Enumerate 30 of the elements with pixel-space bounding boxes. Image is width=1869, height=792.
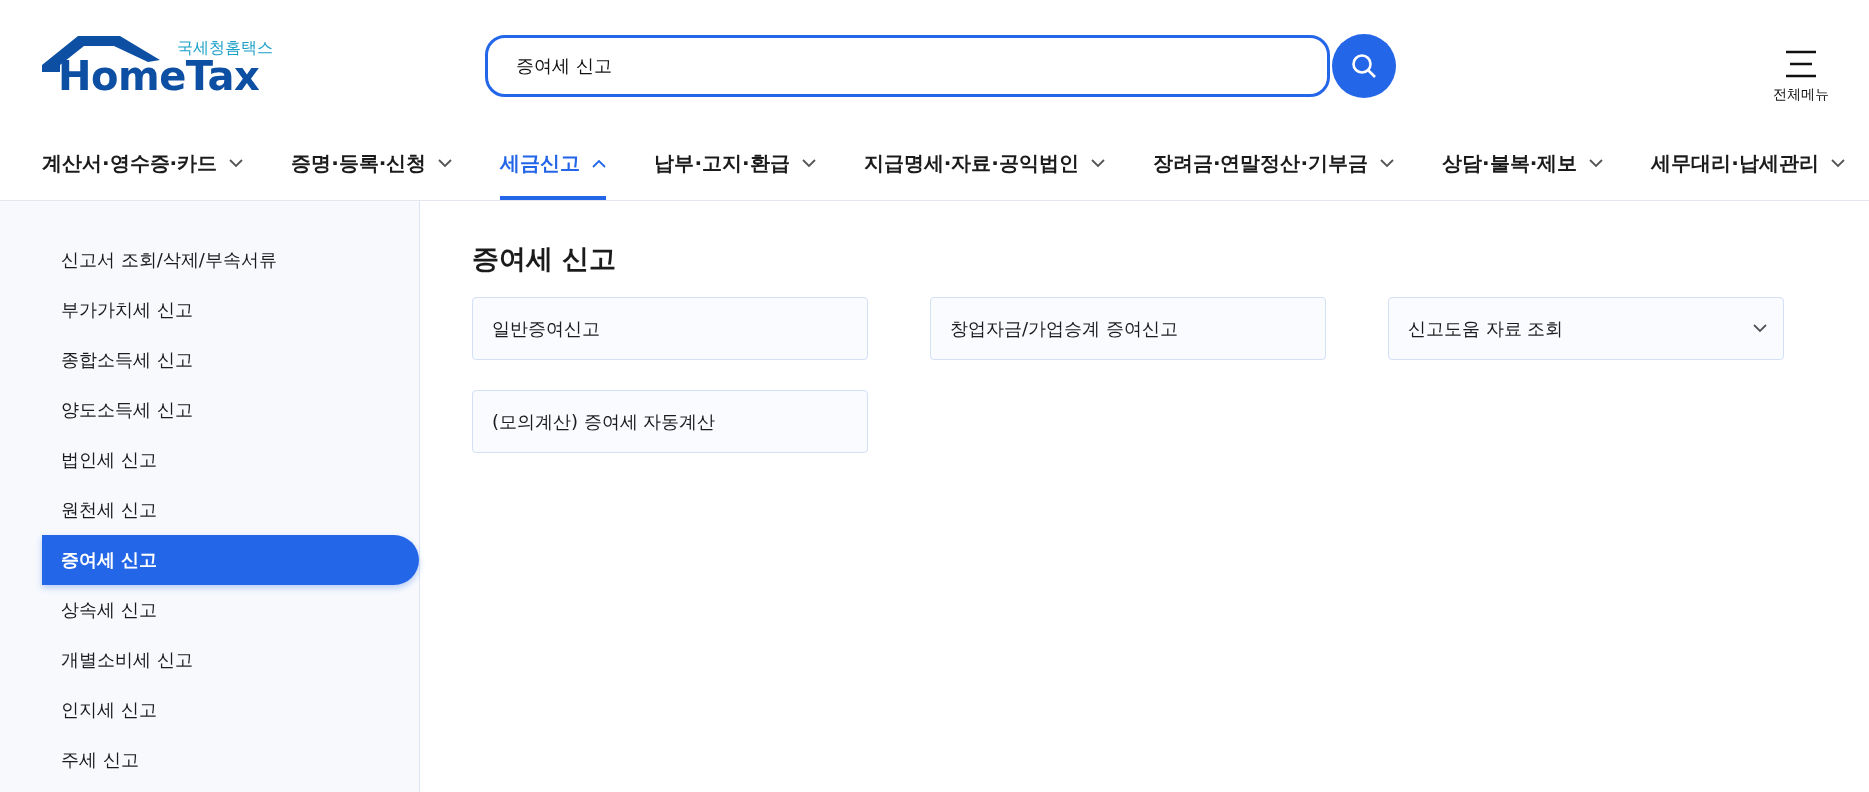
- logo-caption: 국세청홈택스: [177, 38, 273, 59]
- nav-tab[interactable]: 세금신고: [500, 126, 607, 200]
- nav-tab[interactable]: 계산서·영수증·카드: [42, 126, 244, 200]
- nav-tab[interactable]: 장려금·연말정산·기부금: [1152, 126, 1395, 200]
- all-menu-button[interactable]: 전체메뉴: [1773, 50, 1829, 104]
- dropdown-card[interactable]: 신고도움 자료 조회: [1388, 297, 1784, 360]
- link-card[interactable]: 창업자금/가업승계 증여신고: [930, 297, 1326, 360]
- nav-tab[interactable]: 상담·불복·제보: [1442, 126, 1604, 200]
- nav-tab[interactable]: 지급명세·자료·공익법인: [863, 126, 1105, 200]
- sidebar-item[interactable]: 양도소득세 신고: [42, 385, 419, 435]
- nav-tab[interactable]: 증명·등록·신청: [291, 126, 453, 200]
- sidebar-item[interactable]: 부가가치세 신고: [42, 285, 419, 335]
- sidebar-item[interactable]: 원천세 신고: [42, 485, 419, 535]
- search-icon: [1350, 52, 1378, 80]
- sidebar-item[interactable]: 법인세 신고: [42, 435, 419, 485]
- sidebar-item[interactable]: 신고서 조회/삭제/부속서류: [42, 235, 419, 285]
- sidebar-item[interactable]: 종합소득세 신고: [42, 335, 419, 385]
- sidebar-item[interactable]: 상속세 신고: [42, 585, 419, 635]
- search-field[interactable]: 증여세 신고: [485, 35, 1330, 97]
- nav-tab[interactable]: 납부·고지·환급: [654, 126, 816, 200]
- nav-tab[interactable]: 세무대리·납세관리: [1651, 126, 1845, 200]
- sidebar-item[interactable]: 주세 신고: [42, 735, 419, 785]
- page-title: 증여세 신고: [472, 242, 618, 276]
- menu-icon: [1785, 50, 1817, 78]
- sidebar-item[interactable]: 인지세 신고: [42, 685, 419, 735]
- chevron-down-icon: [1753, 324, 1767, 333]
- link-card[interactable]: (모의계산) 증여세 자동계산: [472, 390, 868, 453]
- sidebar-item[interactable]: 증여세 신고: [42, 535, 419, 585]
- sidebar-item[interactable]: 개별소비세 신고: [42, 635, 419, 685]
- link-card[interactable]: 일반증여신고: [472, 297, 868, 360]
